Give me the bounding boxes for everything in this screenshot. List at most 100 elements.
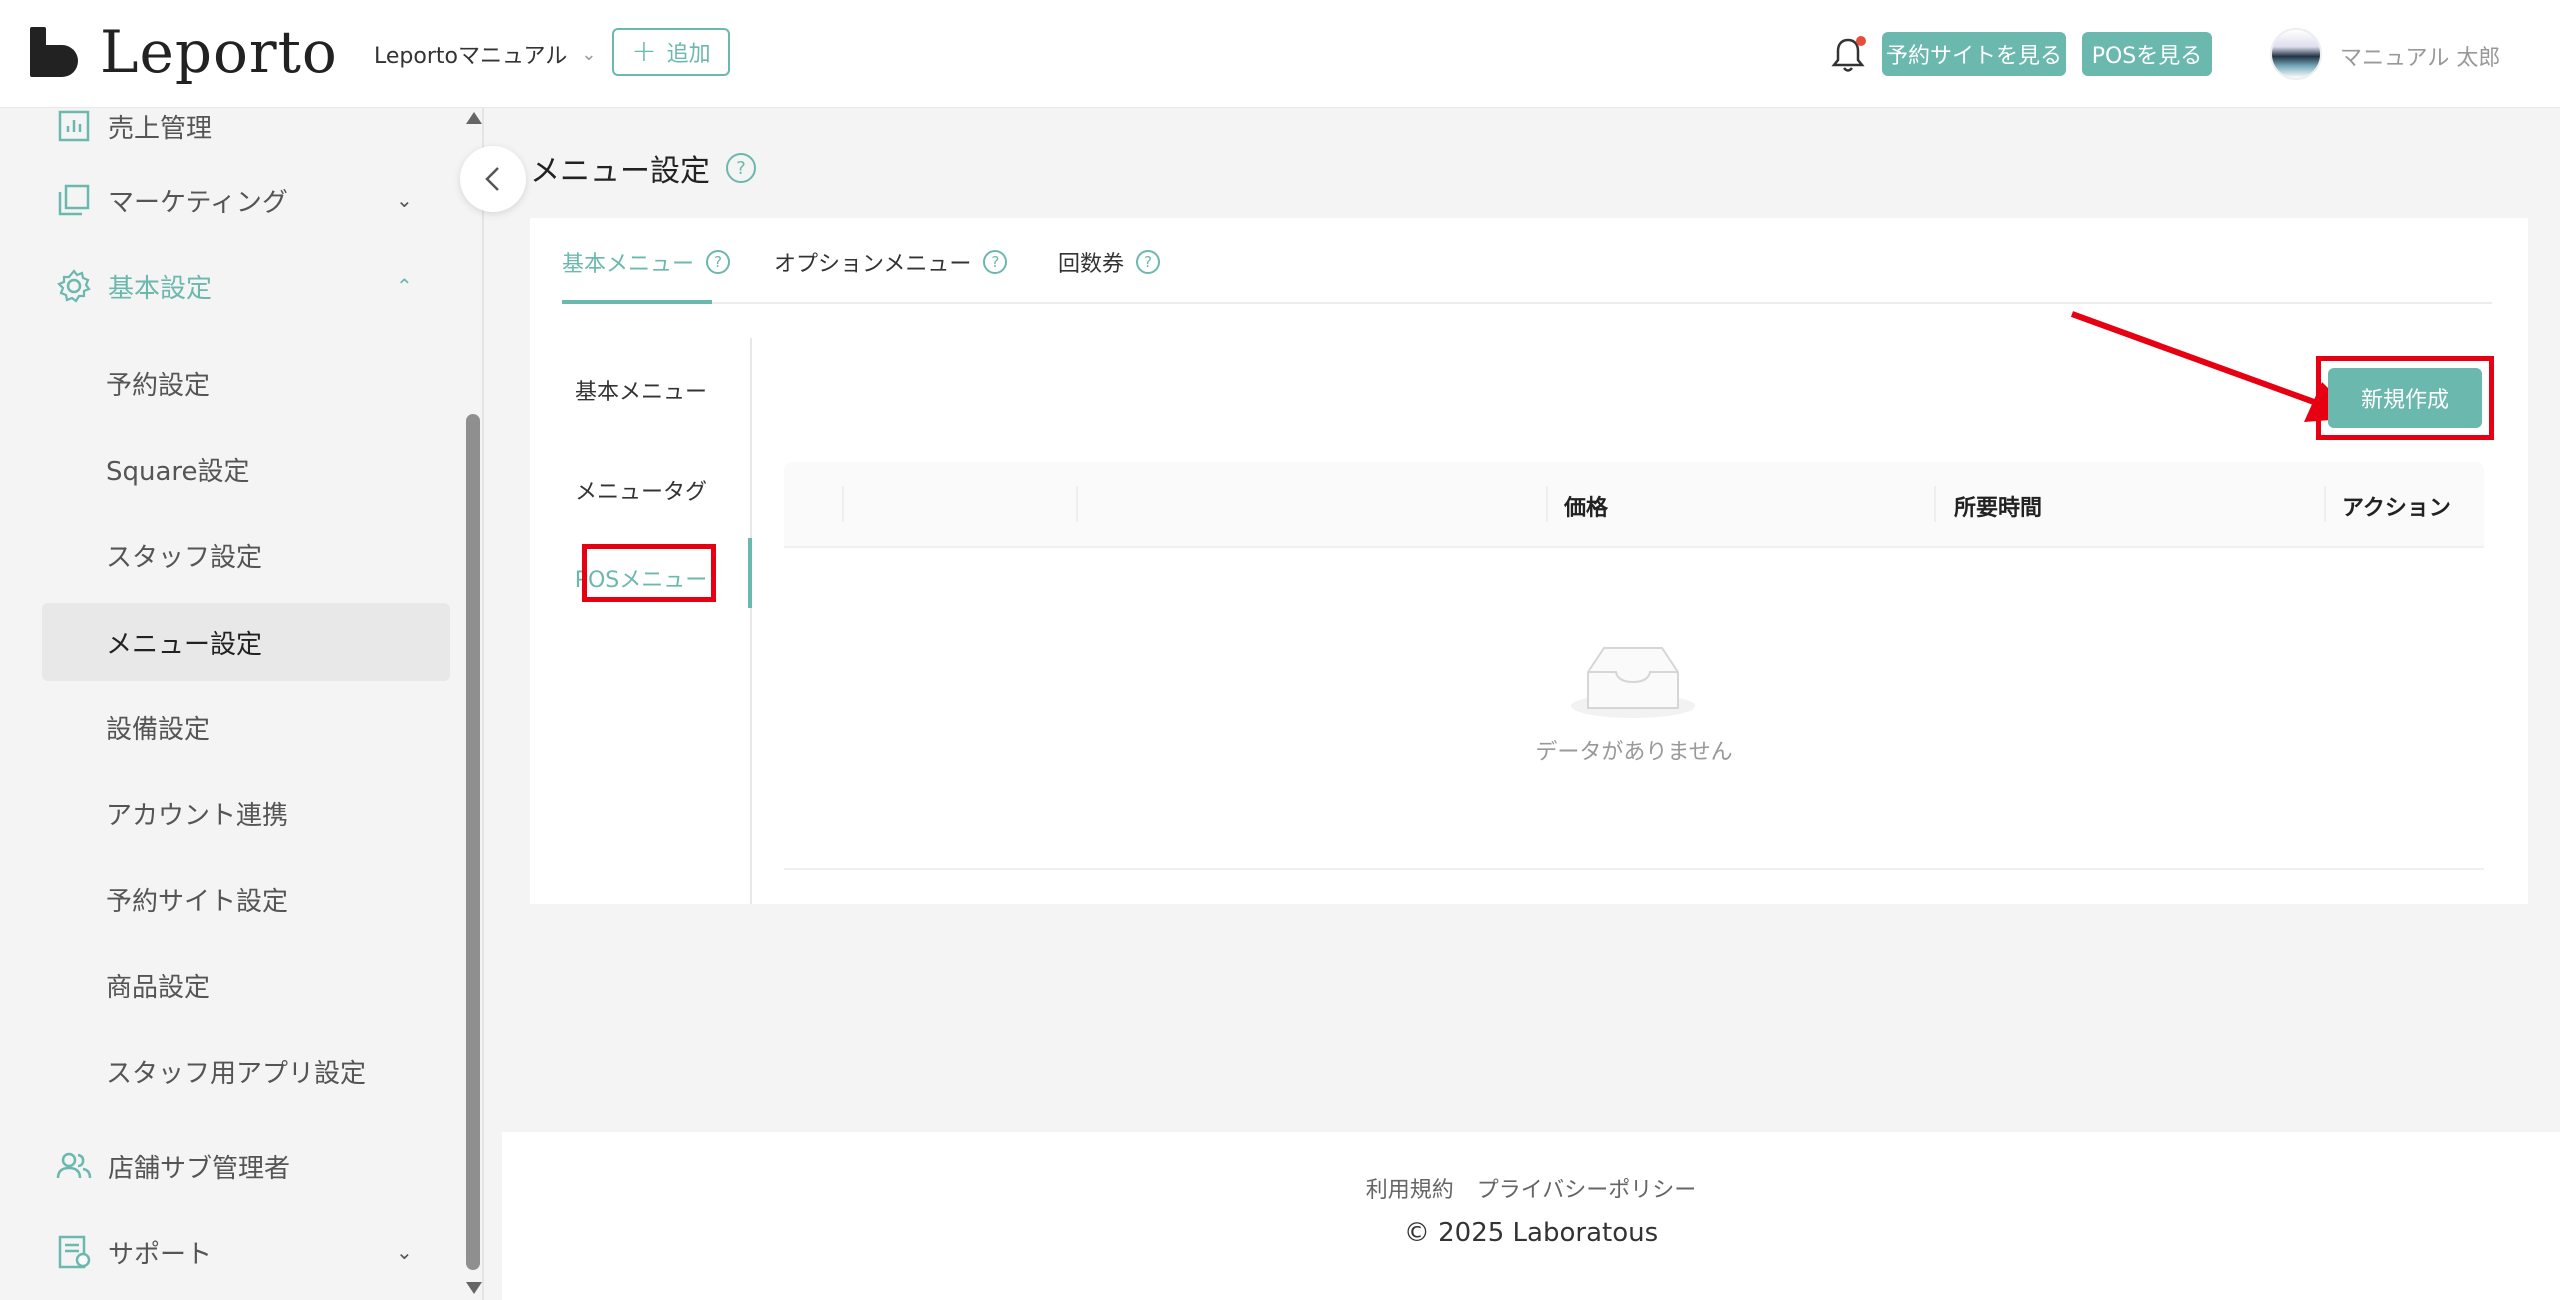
sidebar-item-label: 店舗サブ管理者 bbox=[108, 1153, 291, 1184]
sidebar-sub-account-link[interactable]: アカウント連携 bbox=[42, 774, 450, 852]
annotation-box-new-button bbox=[2316, 356, 2494, 440]
sidebar-sub-reservation[interactable]: 予約設定 bbox=[42, 344, 450, 422]
active-tab-indicator bbox=[562, 300, 712, 304]
subnav-active-indicator bbox=[748, 538, 752, 608]
sidebar-sub-label: 商品設定 bbox=[106, 972, 211, 1003]
copyright: © 2025 Laboratous bbox=[502, 1218, 2560, 1248]
help-icon[interactable]: ? bbox=[726, 153, 756, 183]
empty-state: データがありません bbox=[784, 548, 2484, 870]
sidebar-sub-label: メニュー設定 bbox=[106, 629, 263, 660]
page-title: メニュー設定 bbox=[530, 154, 710, 189]
chevron-down-icon: ⌄ bbox=[581, 43, 597, 65]
tab-label: 基本メニュー bbox=[562, 252, 695, 277]
column-action[interactable]: アクション bbox=[2342, 490, 2451, 522]
sidebar-sub-square[interactable]: Square設定 bbox=[42, 430, 450, 508]
copyright-icon: © bbox=[1403, 1218, 1430, 1248]
column-duration[interactable]: 所要時間 bbox=[1954, 490, 2042, 522]
column-separator bbox=[1934, 486, 1936, 522]
doc-icon bbox=[58, 1235, 91, 1269]
chart-icon bbox=[58, 110, 90, 142]
column-separator bbox=[1076, 486, 1078, 522]
column-separator bbox=[842, 486, 844, 522]
footer: 利用規約 プライバシーポリシー © 2025 Laboratous bbox=[502, 1132, 2560, 1300]
sidebar-item-label: サポート bbox=[108, 1239, 213, 1270]
user-name[interactable]: マニュアル 太郎 bbox=[2340, 40, 2500, 72]
plus-icon: + bbox=[631, 34, 657, 69]
logo-text: Leporto bbox=[100, 18, 338, 86]
sidebar-item-basic-settings[interactable]: 基本設定 ⌃ bbox=[0, 248, 460, 324]
copy-icon bbox=[58, 184, 90, 216]
privacy-link[interactable]: プライバシーポリシー bbox=[1477, 1178, 1697, 1203]
page-title-wrap: メニュー設定 ? bbox=[530, 146, 756, 190]
subnav-basic-menu[interactable]: 基本メニュー bbox=[530, 374, 752, 406]
sidebar-item-label: マーケティング bbox=[108, 187, 288, 218]
tab-option-menu[interactable]: オプションメニュー ? bbox=[774, 246, 1008, 278]
sidebar-sub-equipment[interactable]: 設備設定 bbox=[42, 688, 450, 766]
sidebar-scrollbar[interactable] bbox=[462, 108, 482, 1300]
menu-subnav: 基本メニュー メニュータグ POSメニュー bbox=[530, 338, 752, 904]
store-name: Leportoマニュアル bbox=[374, 44, 568, 69]
view-booking-site-button[interactable]: 予約サイトを見る bbox=[1882, 32, 2066, 76]
avatar[interactable] bbox=[2270, 28, 2322, 80]
sidebar-sub-staff[interactable]: スタッフ設定 bbox=[42, 516, 450, 594]
sidebar-item-support[interactable]: サポート ⌄ bbox=[0, 1214, 460, 1290]
pos-menu-table: 価格 所要時間 アクション データがありません bbox=[784, 462, 2484, 872]
table-header: 価格 所要時間 アクション bbox=[784, 462, 2484, 548]
scrollbar-thumb[interactable] bbox=[466, 414, 480, 1270]
sidebar-sub-products[interactable]: 商品設定 bbox=[42, 946, 450, 1024]
sidebar-item-label: 売上管理 bbox=[108, 113, 213, 144]
view-pos-button[interactable]: POSを見る bbox=[2082, 32, 2212, 76]
store-selector[interactable]: Leportoマニュアル ⌄ bbox=[374, 38, 596, 70]
sidebar-sub-label: スタッフ設定 bbox=[106, 542, 263, 573]
sidebar-sub-label: Square設定 bbox=[106, 456, 250, 487]
notification-bell-icon[interactable] bbox=[1830, 36, 1866, 74]
copyright-text: 2025 Laboratous bbox=[1438, 1218, 1659, 1248]
sidebar-item-sub-admin[interactable]: 店舗サブ管理者 bbox=[0, 1128, 460, 1204]
sidebar-sub-menu[interactable]: メニュー設定 bbox=[42, 603, 450, 681]
footer-links: 利用規約 プライバシーポリシー bbox=[502, 1172, 2560, 1204]
users-icon bbox=[56, 1152, 92, 1179]
sidebar-sub-label: スタッフ用アプリ設定 bbox=[106, 1058, 367, 1089]
column-separator bbox=[1546, 486, 1548, 522]
sidebar-sub-booking-site[interactable]: 予約サイト設定 bbox=[42, 860, 450, 938]
tab-tickets[interactable]: 回数券 ? bbox=[1058, 246, 1161, 278]
tab-label: 回数券 bbox=[1058, 252, 1125, 277]
gear-icon bbox=[57, 269, 91, 303]
chevron-left-icon bbox=[485, 167, 499, 191]
sidebar-sub-label: アカウント連携 bbox=[106, 800, 289, 831]
help-icon[interactable]: ? bbox=[983, 250, 1008, 274]
column-separator bbox=[2324, 486, 2326, 522]
sidebar-item-sales[interactable]: 売上管理 bbox=[0, 108, 460, 164]
sidebar-sub-label: 設備設定 bbox=[106, 714, 211, 745]
help-icon[interactable]: ? bbox=[1136, 250, 1161, 274]
subnav-menu-tag[interactable]: メニュータグ bbox=[530, 474, 752, 506]
add-label: 追加 bbox=[666, 42, 711, 67]
sidebar-item-marketing[interactable]: マーケティング ⌄ bbox=[0, 162, 460, 238]
chevron-up-icon: ⌃ bbox=[396, 274, 413, 298]
sidebar-sub-staff-app[interactable]: スタッフ用アプリ設定 bbox=[42, 1032, 450, 1110]
tab-basic-menu[interactable]: 基本メニュー ? bbox=[562, 246, 731, 278]
sidebar-sub-label: 予約設定 bbox=[106, 370, 211, 401]
chevron-down-icon: ⌄ bbox=[396, 1240, 413, 1264]
sidebar-sub-label: 予約サイト設定 bbox=[106, 886, 289, 917]
leporto-logo[interactable]: Leporto bbox=[30, 18, 338, 86]
terms-link[interactable]: 利用規約 bbox=[1366, 1178, 1454, 1203]
empty-inbox-icon bbox=[1571, 647, 1695, 718]
sidebar-item-label: 基本設定 bbox=[108, 273, 213, 304]
menu-tabs: 基本メニュー ? オプションメニュー ? 回数券 ? bbox=[562, 218, 2492, 304]
chevron-down-icon: ⌄ bbox=[396, 188, 413, 212]
scroll-up-icon[interactable] bbox=[466, 112, 482, 124]
top-header: Leporto Leportoマニュアル ⌄ + 追加 予約サイトを見る POS… bbox=[0, 0, 2560, 108]
help-icon[interactable]: ? bbox=[706, 250, 731, 274]
logo-mark-icon bbox=[30, 27, 78, 77]
add-store-button[interactable]: + 追加 bbox=[612, 28, 730, 76]
scroll-down-icon[interactable] bbox=[466, 1282, 482, 1294]
annotation-box-pos-menu bbox=[582, 544, 716, 602]
collapse-sidebar-button[interactable] bbox=[460, 146, 526, 212]
empty-text: データがありません bbox=[1535, 740, 1733, 765]
tab-label: オプションメニュー bbox=[774, 252, 972, 277]
menu-settings-card: 基本メニュー ? オプションメニュー ? 回数券 ? 基本メニュー メニュータグ… bbox=[530, 218, 2528, 904]
sidebar: 売上管理 マーケティング ⌄ 基本設定 ⌃ 予約設定 Square設定 スタッフ… bbox=[0, 108, 484, 1300]
column-price[interactable]: 価格 bbox=[1564, 490, 1608, 522]
notification-dot bbox=[1856, 36, 1866, 46]
